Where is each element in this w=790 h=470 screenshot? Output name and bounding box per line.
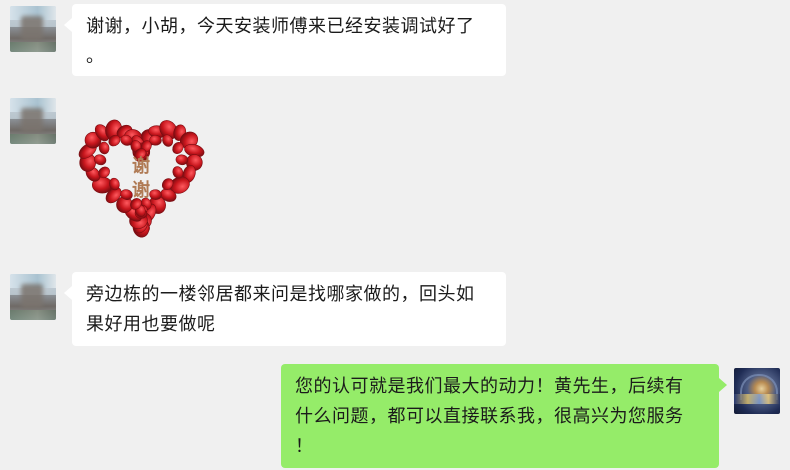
message-bubble-incoming[interactable]: 谢谢，小胡，今天安装师傅来已经安装调试好了 。 bbox=[64, 4, 506, 76]
avatar-lights bbox=[734, 394, 780, 404]
avatar-blurred-face bbox=[21, 108, 43, 132]
heart-of-rose-petals-icon[interactable]: 谢 谢 bbox=[70, 112, 212, 238]
contact-avatar[interactable] bbox=[10, 6, 56, 52]
message-bubble-incoming[interactable]: 旁边栋的一楼邻居都来问是找哪家做的，回头如 果好用也要做呢 bbox=[64, 272, 506, 346]
avatar-ground bbox=[10, 42, 56, 52]
rose-petals bbox=[78, 119, 205, 238]
avatar-ground bbox=[10, 134, 56, 144]
user-avatar[interactable] bbox=[734, 368, 780, 414]
message-bubble-outgoing[interactable]: 您的认可就是我们最大的动力！黄先生，后续有 什么问题，都可以直接联系我，很高兴为… bbox=[281, 364, 727, 468]
avatar-ground bbox=[10, 310, 56, 320]
contact-avatar[interactable] bbox=[10, 274, 56, 320]
contact-avatar[interactable] bbox=[10, 98, 56, 144]
sticker-text-bottom: 谢 bbox=[132, 179, 150, 201]
avatar-blurred-face bbox=[21, 284, 43, 308]
sticker-text-top: 谢 bbox=[132, 155, 150, 177]
avatar-blurred-face bbox=[21, 16, 43, 40]
chat-area: 谢谢，小胡，今天安装师傅来已经安装调试好了 。 谢 谢 旁边栋的一楼邻居都来问是… bbox=[0, 0, 790, 470]
